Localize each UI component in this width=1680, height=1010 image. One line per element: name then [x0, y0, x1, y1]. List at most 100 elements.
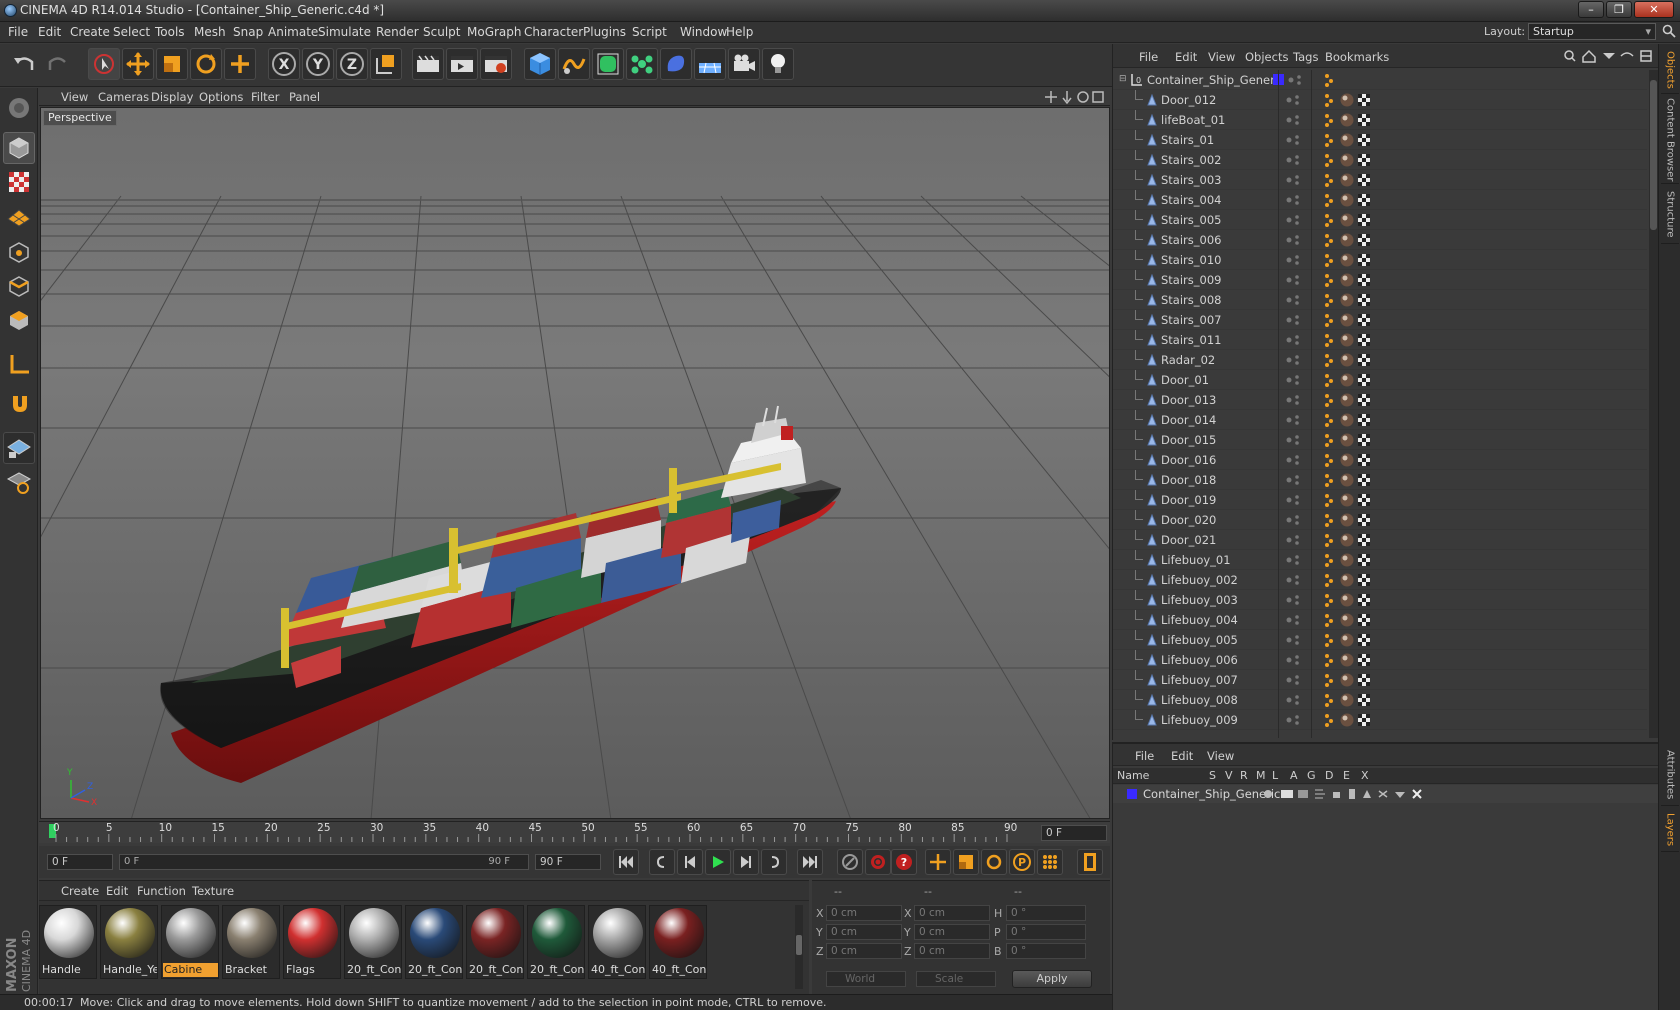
deformer-icon[interactable]: [660, 48, 692, 80]
coord-value-field[interactable]: 0 cm: [914, 905, 990, 921]
current-frame-field[interactable]: 0 F: [1041, 825, 1107, 841]
visibility-dots-icon[interactable]: [1285, 94, 1301, 106]
object-tags-icons[interactable]: [1323, 72, 1383, 88]
coord-value-field[interactable]: 0 cm: [914, 943, 990, 959]
object-tags-icons[interactable]: [1323, 352, 1383, 368]
layer-row[interactable]: Container_Ship_Generic: [1113, 785, 1659, 803]
visibility-dots-icon[interactable]: [1285, 454, 1301, 466]
object-row[interactable]: Door_018: [1113, 470, 1647, 490]
key-point-level-icon[interactable]: [1037, 849, 1063, 875]
menu-simulate[interactable]: Simulate: [318, 25, 371, 39]
object-row[interactable]: Lifebuoy_003: [1113, 590, 1647, 610]
material-menu-edit[interactable]: Edit: [106, 884, 128, 898]
object-row[interactable]: Door_013: [1113, 390, 1647, 410]
make-editable-icon[interactable]: [3, 92, 35, 124]
layer-header-a[interactable]: A: [1290, 769, 1298, 782]
record-keys-icon[interactable]: [837, 849, 863, 875]
viewport-menu-options[interactable]: Options: [199, 90, 243, 104]
add-tool-icon[interactable]: [224, 48, 256, 80]
material-scrollbar[interactable]: [795, 905, 803, 989]
object-tags-icons[interactable]: [1323, 172, 1383, 188]
frame-range-slider[interactable]: 0 F 90 F: [119, 854, 529, 870]
visibility-dots-icon[interactable]: [1285, 114, 1301, 126]
coord-value-field[interactable]: 0 °: [1006, 924, 1086, 940]
camera-icon[interactable]: [728, 48, 760, 80]
visibility-dots-icon[interactable]: [1285, 614, 1301, 626]
menu-mesh[interactable]: Mesh: [194, 25, 226, 39]
object-row[interactable]: Lifebuoy_004: [1113, 610, 1647, 630]
visibility-dots-icon[interactable]: [1285, 234, 1301, 246]
menu-script[interactable]: Script: [632, 25, 667, 39]
search-icon[interactable]: [1662, 24, 1676, 38]
visibility-dots-icon[interactable]: [1285, 594, 1301, 606]
object-tags-icons[interactable]: [1323, 412, 1383, 428]
object-tags-icons[interactable]: [1323, 612, 1383, 628]
material-menu-create[interactable]: Create: [61, 884, 99, 898]
layer-header-l[interactable]: L: [1272, 769, 1278, 782]
layer-header-v[interactable]: V: [1225, 769, 1233, 782]
workplane-lock-icon[interactable]: [3, 432, 35, 464]
texture-mode-icon[interactable]: [3, 166, 35, 198]
object-row[interactable]: Stairs_008: [1113, 290, 1647, 310]
visibility-dots-icon[interactable]: [1285, 314, 1301, 326]
play-icon[interactable]: [705, 849, 731, 875]
coordinate-system-icon[interactable]: [370, 48, 402, 80]
render-settings-icon[interactable]: [480, 48, 512, 80]
timeline-ruler[interactable]: 0 F 0 5 10 15 20 25 30 35 40 45 50 55 60 65 70 75 80 85 90: [39, 821, 1110, 843]
object-tags-icons[interactable]: [1323, 632, 1383, 648]
material-swatch[interactable]: Bracket: [222, 905, 280, 979]
layer-menu-file[interactable]: File: [1135, 749, 1154, 763]
material-swatch[interactable]: 20_ft_Cont: [466, 905, 524, 979]
key-parameter-icon[interactable]: P: [1009, 849, 1035, 875]
object-tags-icons[interactable]: [1323, 672, 1383, 688]
menu-edit[interactable]: Edit: [38, 25, 61, 39]
object-tags-icons[interactable]: [1323, 332, 1383, 348]
visibility-dots-icon[interactable]: [1285, 394, 1301, 406]
cloner-icon[interactable]: [626, 48, 658, 80]
layer-header-g[interactable]: G: [1307, 769, 1316, 782]
object-tags-icons[interactable]: [1323, 132, 1383, 148]
previous-frame-icon[interactable]: [677, 849, 703, 875]
viewport-menu-panel[interactable]: Panel: [289, 90, 320, 104]
visibility-dots-icon[interactable]: [1285, 134, 1301, 146]
floor-object-icon[interactable]: [694, 48, 726, 80]
object-row[interactable]: lifeBoat_01: [1113, 110, 1647, 130]
object-tags-icons[interactable]: [1323, 432, 1383, 448]
layer-header-x[interactable]: X: [1361, 769, 1369, 782]
y-axis-lock-icon[interactable]: Y: [302, 48, 334, 80]
object-row[interactable]: Stairs_003: [1113, 170, 1647, 190]
previous-keyframe-icon[interactable]: [649, 849, 675, 875]
object-row[interactable]: Lifebuoy_009: [1113, 710, 1647, 730]
menu-snap[interactable]: Snap: [233, 25, 263, 39]
layer-header-m[interactable]: M: [1256, 769, 1266, 782]
material-menu-texture[interactable]: Texture: [192, 884, 234, 898]
object-row[interactable]: Lifebuoy_006: [1113, 650, 1647, 670]
coord-apply-button[interactable]: Apply: [1012, 970, 1092, 988]
visibility-dots-icon[interactable]: [1285, 274, 1301, 286]
object-menu-tags[interactable]: Tags: [1293, 50, 1318, 64]
coord-value-field[interactable]: 0 cm: [826, 924, 902, 940]
keyframe-selection-icon[interactable]: ?: [891, 849, 917, 875]
menu-select[interactable]: Select: [113, 25, 150, 39]
layer-header-name[interactable]: Name: [1117, 769, 1149, 782]
object-tags-icons[interactable]: [1323, 452, 1383, 468]
material-swatch[interactable]: 20_ft_Cont: [405, 905, 463, 979]
cube-object-icon[interactable]: [524, 48, 556, 80]
object-tags-icons[interactable]: [1323, 292, 1383, 308]
material-swatch[interactable]: 40_ft_Cont: [649, 905, 707, 979]
object-tags-icons[interactable]: [1323, 532, 1383, 548]
live-selection-icon[interactable]: [88, 48, 120, 80]
layer-header-e[interactable]: E: [1343, 769, 1350, 782]
coord-value-field[interactable]: 0 cm: [826, 905, 902, 921]
visibility-dots-icon[interactable]: [1287, 74, 1303, 86]
perspective-viewport[interactable]: Perspective Y X Z: [40, 107, 1110, 819]
minimize-icon[interactable]: –: [1578, 1, 1604, 18]
layout-select[interactable]: Startup: [1528, 23, 1656, 40]
render-picture-viewer-icon[interactable]: [446, 48, 478, 80]
coord-value-field[interactable]: 0 °: [1006, 943, 1086, 959]
layer-menu-view[interactable]: View: [1207, 749, 1234, 763]
object-row[interactable]: Lifebuoy_005: [1113, 630, 1647, 650]
object-menu-edit[interactable]: Edit: [1175, 50, 1197, 64]
object-menu-file[interactable]: File: [1139, 50, 1158, 64]
visibility-dots-icon[interactable]: [1285, 174, 1301, 186]
